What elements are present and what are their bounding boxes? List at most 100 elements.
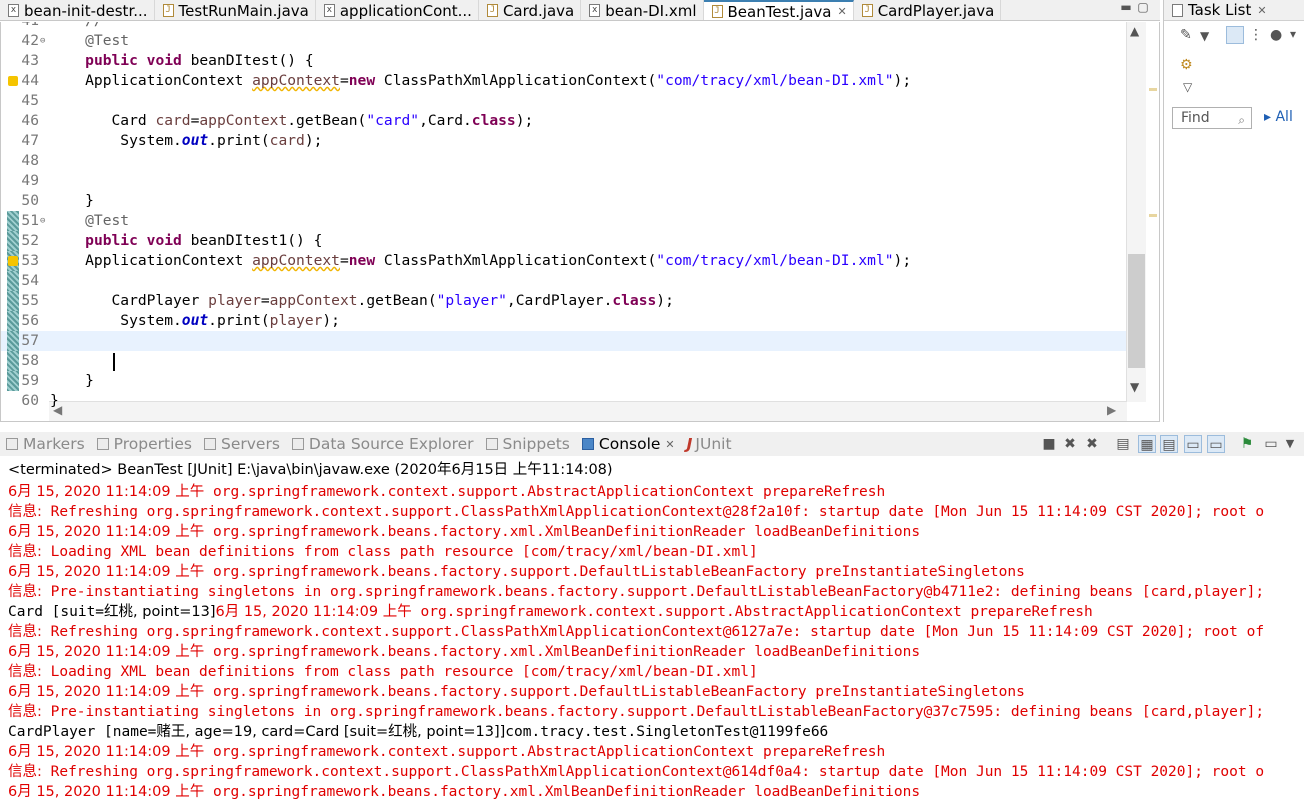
java-file-icon: J <box>711 5 723 18</box>
console-text: 信息: <box>8 764 42 780</box>
code-line[interactable]: 46 Card card=appContext.getBean("card",C… <box>1 111 1126 131</box>
collapse-icon[interactable]: ● <box>1270 27 1282 43</box>
scrollbar-thumb[interactable] <box>1128 254 1145 368</box>
view-icon <box>6 438 18 450</box>
code-line[interactable]: 41 // <box>1 22 1126 31</box>
fold-toggle-icon[interactable]: ⊖ <box>40 211 45 231</box>
console-text: 信息: <box>8 624 42 640</box>
code-line[interactable]: 49 <box>1 171 1126 191</box>
tab-view[interactable]: Console ✕ <box>581 435 675 453</box>
fold-toggle-icon[interactable]: ⊖ <box>40 31 45 51</box>
maximize-editor-icon[interactable]: ▢ <box>1136 0 1150 16</box>
overview-ruler-warning[interactable] <box>1149 88 1157 91</box>
code-line[interactable]: 58 <box>1 351 1126 371</box>
line-number: 56 <box>21 312 39 329</box>
editor-vertical-scrollbar[interactable]: ▲ ▼ <box>1126 22 1146 402</box>
view-tab-label: Snippets <box>502 435 570 453</box>
word-wrap-icon[interactable]: ▤ <box>1160 435 1178 453</box>
code-text: } <box>50 391 59 411</box>
minimize-editor-icon[interactable]: ▬ <box>1119 0 1133 16</box>
tab-view[interactable]: Servers <box>204 435 280 453</box>
console-line: 6月 15, 2020 11:14:09 上午 org.springframew… <box>8 562 1025 582</box>
close-icon[interactable]: ✕ <box>837 5 846 18</box>
line-number: 55 <box>21 292 39 309</box>
tab-editor-file[interactable]: x bean-DI.xml <box>581 0 704 20</box>
code-token: ); <box>656 292 674 309</box>
code-line[interactable]: 45 <box>1 91 1126 111</box>
tab-editor-file[interactable]: J Card.java <box>479 0 582 20</box>
console-text: org.springframework.beans.factory.suppor… <box>204 684 1025 700</box>
tab-task-list[interactable]: Task List ✕ <box>1164 0 1304 21</box>
chevron-down-icon[interactable]: ▼ <box>1200 29 1209 43</box>
remove-all-terminated-icon[interactable]: ✖ <box>1083 435 1101 453</box>
chevron-down-icon[interactable]: ▾ <box>1290 27 1296 41</box>
show-console-stderr-icon[interactable]: ▭ <box>1207 435 1225 453</box>
close-icon[interactable]: ✕ <box>1257 4 1266 17</box>
code-token: public <box>85 232 138 249</box>
tab-view[interactable]: Data Source Explorer <box>291 435 474 453</box>
remove-launch-icon[interactable]: ✖ <box>1061 435 1079 453</box>
code-line[interactable]: 43 public void beanDItest() { <box>1 51 1126 71</box>
tab-editor-file[interactable]: J TestRunMain.java <box>155 0 316 20</box>
console-line: 信息: Loading XML bean definitions from cl… <box>8 542 758 562</box>
tab-editor-file[interactable]: x bean-init-destr... <box>0 0 155 20</box>
code-line[interactable]: 54 <box>1 271 1126 291</box>
tab-view[interactable]: Snippets <box>485 435 570 453</box>
code-line[interactable]: 42 ⊖ @Test <box>1 31 1126 51</box>
console-line: 6月 15, 2020 11:14:09 上午 org.springframew… <box>8 522 920 542</box>
tab-editor-file[interactable]: J CardPlayer.java <box>854 0 1002 20</box>
code-text: // <box>50 22 103 31</box>
view-menu-icon[interactable]: ▽ <box>1183 80 1192 94</box>
new-task-icon[interactable]: ✎ <box>1180 27 1192 43</box>
all-filter-link[interactable]: ▸ All <box>1264 109 1293 125</box>
categorize-icon[interactable] <box>1226 26 1244 44</box>
line-number: 52 <box>21 232 39 249</box>
code-line[interactable]: 60} <box>1 391 1126 411</box>
console-text: org.springframework.beans.factory.xml.Xm… <box>204 784 921 800</box>
code-editor[interactable]: ▲ ▼ ◀ ▶ 41 //42⊖ @Test43 public void bea… <box>0 22 1160 422</box>
console-text: org.springframework.beans.factory.suppor… <box>204 564 1025 580</box>
chevron-down-icon[interactable]: ▼ <box>1281 435 1299 453</box>
overview-ruler-warning[interactable] <box>1149 214 1157 217</box>
line-number: 51 <box>21 212 39 229</box>
editor-tab-bar: x bean-init-destr... J TestRunMain.java x app… <box>0 0 1160 21</box>
tab-editor-file[interactable]: x applicationCont... <box>316 0 479 20</box>
tab-view[interactable]: Markers <box>6 435 85 453</box>
code-token: = <box>339 252 349 269</box>
scroll-lock-icon[interactable]: ▦ <box>1138 435 1156 453</box>
search-icon[interactable]: ⌕ <box>1238 110 1245 130</box>
terminate-icon[interactable]: ■ <box>1040 435 1058 453</box>
code-line[interactable]: 52 public void beanDItest1() { <box>1 231 1126 251</box>
console-text: org.springframework.context.support.Abst… <box>411 604 1093 620</box>
code-line[interactable]: 48 <box>1 151 1126 171</box>
scroll-up-icon[interactable]: ▲ <box>1130 24 1139 38</box>
pin-console-icon[interactable]: ⚑ <box>1238 435 1256 453</box>
filter-icon[interactable]: ⋮ <box>1249 27 1263 43</box>
code-token: player <box>208 292 261 309</box>
code-line[interactable]: 51 ⊖ @Test <box>1 211 1126 231</box>
code-line[interactable]: 44 ApplicationContext appContext=new Cla… <box>1 71 1126 91</box>
console-text: 信息: <box>8 664 42 680</box>
code-token: System. <box>50 312 182 329</box>
view-icon <box>204 438 216 450</box>
code-line[interactable]: 57 <box>1 331 1126 351</box>
code-line[interactable]: 59 } <box>1 371 1126 391</box>
code-token: } <box>50 392 59 409</box>
tab-editor-file[interactable]: J BeanTest.java ✕ <box>703 0 854 20</box>
tab-view[interactable]: J JUnit <box>687 435 732 453</box>
tab-view[interactable]: Properties <box>96 435 192 453</box>
code-line[interactable]: 53 ApplicationContext appContext=new Cla… <box>1 251 1126 271</box>
show-console-stdout-icon[interactable]: ▭ <box>1184 435 1202 453</box>
code-line[interactable]: 55 CardPlayer player=appContext.getBean(… <box>1 291 1126 311</box>
clear-console-icon[interactable]: ▤ <box>1114 435 1132 453</box>
view-tab-label: Data Source Explorer <box>308 435 474 453</box>
code-line[interactable]: 56 System.out.print(player); <box>1 311 1126 331</box>
close-icon[interactable]: ✕ <box>665 438 674 451</box>
code-line[interactable]: 47 System.out.print(card); <box>1 131 1126 151</box>
find-input[interactable]: Find ⌕ <box>1172 107 1252 129</box>
code-line[interactable]: 50 } <box>1 191 1126 211</box>
display-console-icon[interactable]: ▭ <box>1262 435 1280 453</box>
connect-icon[interactable]: ⚙ <box>1180 57 1193 73</box>
scroll-down-icon[interactable]: ▼ <box>1130 380 1139 394</box>
console-output[interactable]: <terminated> BeanTest [JUnit] E:\java\bi… <box>0 458 1304 808</box>
